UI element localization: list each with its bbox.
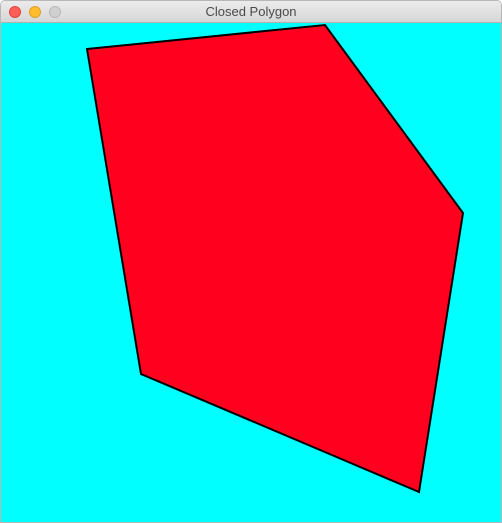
window-title: Closed Polygon <box>205 4 297 19</box>
drawing-canvas <box>1 23 501 522</box>
app-window: Closed Polygon <box>0 0 502 523</box>
canvas-svg <box>1 23 501 522</box>
title-bar[interactable]: Closed Polygon <box>1 1 501 23</box>
